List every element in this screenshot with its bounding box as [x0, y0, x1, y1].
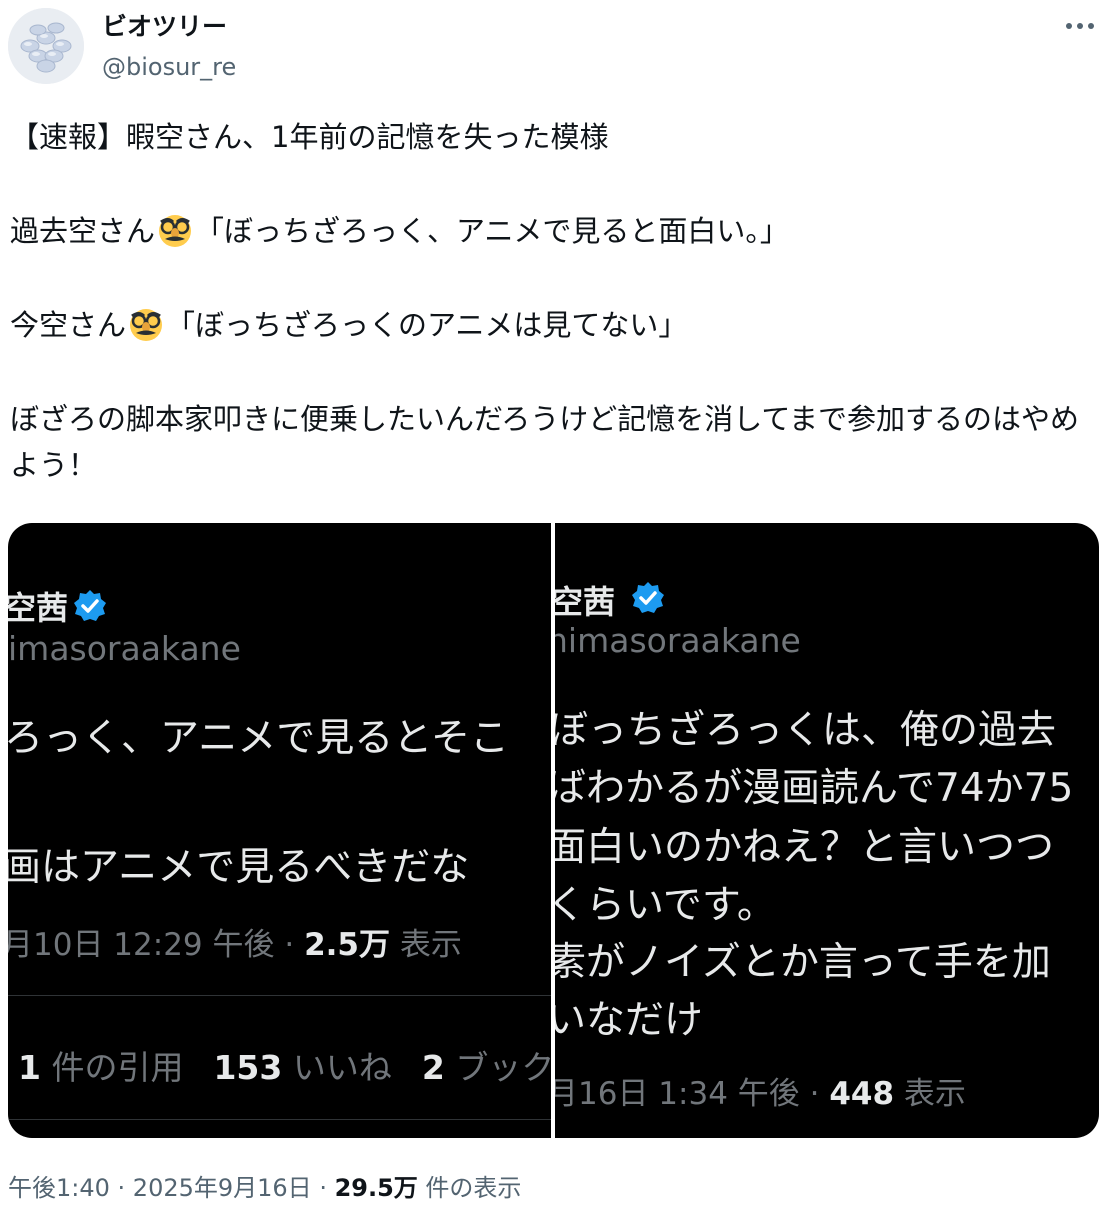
tweet-time[interactable]: 午後1:40 [8, 1174, 110, 1202]
screenshot-right-text-line1: ぼっちざろっくは、俺の過去 [555, 708, 1057, 753]
screenshot-right-text-line5: 素がノイズとか言って手を加 [555, 940, 1051, 985]
tweet-line-past-speaker: 過去空さん [10, 214, 156, 248]
screenshot-right-date: 月16日 1:34 午後 · [555, 1076, 830, 1112]
screenshot-right-handle: himasoraakane [555, 621, 801, 660]
tweet-text: 【速報】暇空さん、1年前の記憶を失った模様 過去空さん 「ぼっちざろっく、アニメ… [10, 114, 1100, 488]
verified-badge-icon [632, 582, 664, 613]
footer-separator: · [109, 1174, 133, 1202]
screenshot-left[interactable]: 空茜 imasoraakane ろっく、アニメで見るとそこ 画はアニメで見るべき… [8, 523, 551, 1138]
screenshot-left-name: 空茜 [8, 589, 69, 627]
tweet-line-now-quote: 「ぼっちざろっくのアニメは見てない」 [166, 308, 688, 342]
author-name[interactable]: ビオツリー [102, 8, 227, 46]
screenshot-left-bookmarks-label: ブック [444, 1048, 551, 1087]
avatar[interactable] [8, 8, 84, 84]
screenshot-left-handle: imasoraakane [8, 629, 241, 668]
screenshot-left-stats: 1 件の引用 153 いいね 2 ブック [18, 1041, 551, 1089]
screenshot-right-views-count: 448 [829, 1076, 895, 1112]
screenshot-left-text-line1: ろっく、アニメで見るとそこ [8, 716, 510, 761]
tweet-line-past-quote: 「ぼっちざろっく、アニメで見ると面白い。」 [195, 214, 789, 248]
screenshot-left-meta: 月10日 12:29 午後 · 2.5万 表示 [8, 919, 462, 964]
screenshot-left-views-count: 2.5万 [304, 927, 390, 963]
footer-separator: · [311, 1174, 335, 1202]
tweet-line-headline: 【速報】暇空さん、1年前の記憶を失った模様 [10, 120, 609, 154]
tweet-views-label: 件の表示 [417, 1174, 522, 1202]
disguised-face-icon [159, 215, 192, 247]
screenshot-right-text-line4: くらいです。 [555, 883, 776, 928]
tweet-line-now: 今空さん 「ぼっちざろっくのアニメは見てない」 [10, 302, 1100, 348]
author-handle[interactable]: @biosur_re [102, 50, 236, 84]
screenshot-left-bookmarks: 2 ブック [422, 1048, 551, 1087]
tweet-date[interactable]: 2025年9月16日 [133, 1174, 312, 1202]
screenshot-left-quotes: 1 件の引用 [18, 1048, 183, 1087]
screenshot-left-date: 月10日 12:29 午後 · [8, 927, 305, 963]
screenshot-right-views-label: 表示 [894, 1076, 966, 1112]
screenshot-left-divider-bottom [8, 1119, 551, 1120]
screenshot-left-likes-label: いいね [282, 1048, 392, 1087]
pills-icon [8, 8, 84, 84]
tweet-line-past: 過去空さん 「ぼっちざろっく、アニメで見ると面白い。」 [10, 208, 1100, 254]
screenshot-right[interactable]: 空茜 himasoraakane ぼっちざろっくは、俺の過去 ばわかるが漫画読ん… [555, 523, 1099, 1138]
tweet-media[interactable]: 空茜 imasoraakane ろっく、アニメで見るとそこ 画はアニメで見るべき… [8, 523, 1099, 1138]
screenshot-right-meta: 月16日 1:34 午後 · 448 表示 [555, 1068, 966, 1113]
screenshot-left-quotes-count: 1 [18, 1048, 41, 1087]
screenshot-right-text-line3: 面白いのかねえ？と言いつつ [555, 825, 1055, 870]
disguised-face-icon [130, 309, 163, 341]
screenshot-left-text-line2: 画はアニメで見るべきだな [8, 845, 470, 890]
screenshot-left-divider [8, 995, 551, 996]
screenshot-right-text-line2: ばわかるが漫画読んで74か75 [555, 766, 1074, 811]
tweet-views-count: 29.5万 [334, 1174, 418, 1202]
screenshot-left-bookmarks-count: 2 [421, 1048, 445, 1087]
screenshot-right-name: 空茜 [555, 583, 616, 621]
tweet-line-now-speaker: 今空さん [10, 308, 127, 342]
screenshot-left-views-label: 表示 [389, 927, 462, 963]
more-horizontal-icon [1066, 23, 1094, 29]
verified-badge-icon [74, 590, 106, 621]
screenshot-left-quotes-label: 件の引用 [40, 1048, 184, 1087]
tweet-footer: 午後1:40 · 2025年9月16日 · 29.5万 件の表示 [8, 1170, 521, 1206]
screenshot-left-likes: 153 いいね [213, 1048, 391, 1087]
more-options-button[interactable] [1058, 12, 1102, 40]
screenshot-right-text-line6: いなだけ [555, 998, 704, 1043]
screenshot-left-likes-count: 153 [213, 1048, 283, 1087]
tweet-line-closing: ぼざろの脚本家叩きに便乗したいんだろうけど記憶を消してまで参加するのはやめよう！ [10, 402, 1079, 482]
